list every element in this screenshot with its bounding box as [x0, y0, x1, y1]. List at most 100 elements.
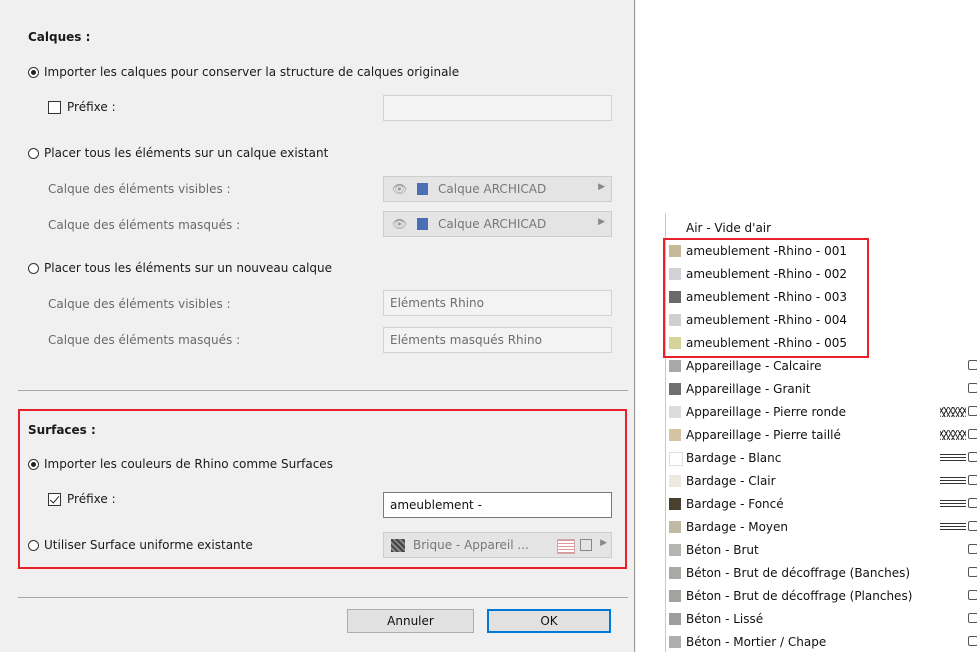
- new-visible-layer-input[interactable]: Eléments Rhino: [383, 290, 612, 316]
- eye-icon: 👁: [392, 182, 408, 196]
- new-visible-label: Calque des éléments visibles :: [48, 297, 231, 311]
- existing-hidden-layer-select[interactable]: 👁 Calque ARCHICAD ▶: [383, 211, 612, 237]
- surface-list-item[interactable]: Appareillage - Pierre taillé: [666, 424, 977, 447]
- surface-list-item[interactable]: Appareillage - Granit: [666, 378, 977, 401]
- surface-settings-icon: [968, 613, 977, 623]
- radio-import-colors-control[interactable]: [28, 459, 39, 470]
- surface-list-item-label: Bardage - Moyen: [686, 520, 789, 534]
- prefix-checkbox-box[interactable]: [48, 101, 61, 114]
- surface-list-item[interactable]: Appareillage - Calcaire: [666, 355, 977, 378]
- surface-settings-icon: [968, 567, 977, 577]
- color-swatch-icon: [669, 406, 681, 418]
- surface-list-item-label: Appareillage - Granit: [686, 382, 811, 396]
- surface-settings-icon: [968, 360, 977, 370]
- surface-list-item[interactable]: Béton - Brut: [666, 539, 977, 562]
- surface-settings-icon: [968, 498, 977, 508]
- surface-settings-icon: [968, 383, 977, 393]
- surface-list-item[interactable]: Bardage - Clair: [666, 470, 977, 493]
- surface-list-item-label: Air - Vide d'air: [686, 221, 772, 235]
- surface-settings-icon: [968, 406, 977, 416]
- surface-prefix-input[interactable]: ameublement -: [383, 492, 612, 518]
- new-hidden-layer-input[interactable]: Eléments masqués Rhino: [383, 327, 612, 353]
- prefix-checkbox-label: Préfixe :: [67, 100, 116, 114]
- radio-existing-layer-label: Placer tous les éléments sur un calque e…: [44, 146, 329, 160]
- submenu-arrow-icon: ▶: [598, 217, 605, 227]
- surface-prefix-checkbox-label: Préfixe :: [67, 492, 116, 506]
- radio-import-layers-label: Importer les calques pour conserver la s…: [44, 65, 460, 79]
- eye-icon: 👁: [392, 217, 408, 231]
- surface-list-item-label: Béton - Brut de décoffrage (Banches): [686, 566, 911, 580]
- uniform-surface-select[interactable]: Brique - Appareil ... ▶: [383, 532, 612, 558]
- color-swatch-icon: [669, 544, 681, 556]
- color-swatch-icon: [669, 383, 681, 395]
- color-swatch-icon: [669, 498, 681, 510]
- existing-hidden-label: Calque des éléments masqués :: [48, 218, 241, 232]
- surface-list-item[interactable]: Bardage - Blanc: [666, 447, 977, 470]
- surface-list-item-label: Bardage - Blanc: [686, 451, 782, 465]
- surface-list-item-label: Appareillage - Pierre taillé: [686, 428, 841, 442]
- surface-list-item-label: Appareillage - Pierre ronde: [686, 405, 847, 419]
- existing-hidden-layer-value: Calque ARCHICAD: [438, 217, 547, 231]
- stone-hatch-icon: [940, 407, 966, 417]
- radio-new-layer-control[interactable]: [28, 263, 39, 274]
- surface-list-item-label: Bardage - Foncé: [686, 497, 784, 511]
- surface-prefix-checkbox-box[interactable]: [48, 493, 61, 506]
- surface-list-item[interactable]: Air - Vide d'air: [666, 217, 977, 240]
- surface-list-item-label: Bardage - Clair: [686, 474, 776, 488]
- color-swatch-icon: [669, 636, 681, 648]
- color-swatch-icon: [669, 590, 681, 602]
- radio-import-layers-control[interactable]: [28, 67, 39, 78]
- surface-list-item[interactable]: Béton - Lissé: [666, 608, 977, 631]
- cancel-button[interactable]: Annuler: [347, 609, 474, 633]
- radio-import-colors-label: Importer les couleurs de Rhino comme Sur…: [44, 457, 333, 471]
- rhino-surfaces-highlight-box: [663, 238, 869, 358]
- line-hatch-icon: [940, 453, 966, 463]
- submenu-arrow-icon: ▶: [598, 182, 605, 192]
- color-swatch-icon: [669, 567, 681, 579]
- surface-list-item-label: Béton - Lissé: [686, 612, 764, 626]
- surface-list-item[interactable]: Bardage - Foncé: [666, 493, 977, 516]
- surface-settings-icon: [968, 590, 977, 600]
- surface-list-item[interactable]: Béton - Mortier / Chape: [666, 631, 977, 654]
- settings-icon: [580, 539, 592, 551]
- surface-list-item[interactable]: Bardage - Moyen: [666, 516, 977, 539]
- surface-swatch-icon: [391, 539, 405, 552]
- surfaces-heading: Surfaces :: [28, 423, 96, 437]
- surface-settings-icon: [968, 544, 977, 554]
- radio-existing-layer-control[interactable]: [28, 148, 39, 159]
- layer-icon: [417, 183, 428, 195]
- surface-settings-icon: [968, 475, 977, 485]
- submenu-arrow-icon: ▶: [600, 538, 607, 548]
- surface-list-item-label: Appareillage - Calcaire: [686, 359, 822, 373]
- color-swatch-icon: [669, 521, 681, 533]
- surface-list-item-label: Béton - Brut: [686, 543, 759, 557]
- layer-icon: [417, 218, 428, 230]
- ok-button[interactable]: OK: [487, 609, 611, 633]
- radio-new-layer-label: Placer tous les éléments sur un nouveau …: [44, 261, 333, 275]
- surface-list-item[interactable]: Béton - Brut de décoffrage (Planches): [666, 585, 977, 608]
- color-swatch-icon: [669, 475, 681, 487]
- uniform-surface-value: Brique - Appareil ...: [413, 538, 529, 552]
- line-hatch-icon: [940, 499, 966, 509]
- dialog-border: [634, 0, 635, 652]
- surface-list-item-label: Béton - Brut de décoffrage (Planches): [686, 589, 913, 603]
- surface-list-item[interactable]: Béton - Brut de décoffrage (Banches): [666, 562, 977, 585]
- footer-separator: [18, 597, 628, 598]
- layers-heading: Calques :: [28, 30, 91, 44]
- color-swatch-icon: [669, 452, 683, 466]
- surface-settings-icon: [968, 636, 977, 646]
- existing-visible-layer-value: Calque ARCHICAD: [438, 182, 547, 196]
- color-swatch-icon: [669, 429, 681, 441]
- layer-prefix-input[interactable]: [383, 95, 612, 121]
- color-swatch-icon: [669, 360, 681, 372]
- surface-list-item[interactable]: Appareillage - Pierre ronde: [666, 401, 977, 424]
- line-hatch-icon: [940, 476, 966, 486]
- surface-list-item-label: Béton - Mortier / Chape: [686, 635, 827, 649]
- new-hidden-label: Calque des éléments masqués :: [48, 333, 241, 347]
- line-hatch-icon: [940, 522, 966, 532]
- existing-visible-layer-select[interactable]: 👁 Calque ARCHICAD ▶: [383, 176, 612, 202]
- radio-uniform-surface-label: Utiliser Surface uniforme existante: [44, 538, 253, 552]
- surface-settings-icon: [968, 521, 977, 531]
- color-swatch-icon: [669, 613, 681, 625]
- radio-uniform-surface-control[interactable]: [28, 540, 39, 551]
